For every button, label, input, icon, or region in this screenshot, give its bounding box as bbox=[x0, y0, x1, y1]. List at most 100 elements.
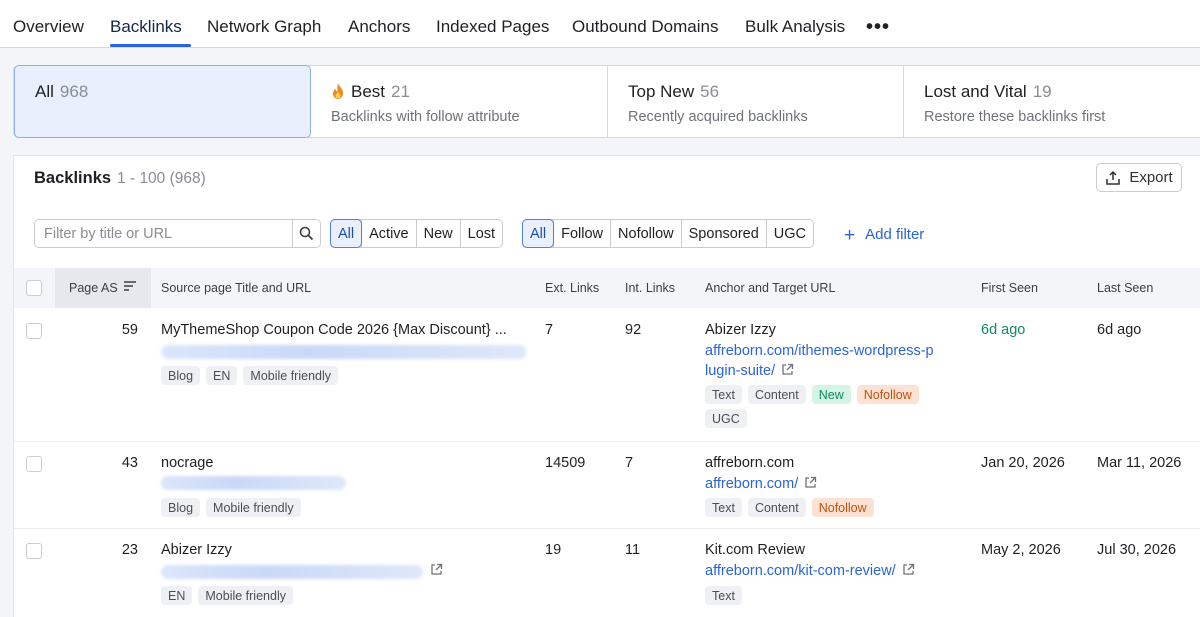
tab-anchors[interactable]: Anchors bbox=[348, 17, 410, 37]
source-url-redacted bbox=[161, 565, 423, 579]
anchor-tags: Text Content New Nofollow bbox=[705, 385, 919, 404]
column-anchor: Anchor and Target URL bbox=[705, 281, 836, 295]
column-page-as[interactable]: Page AS bbox=[55, 268, 151, 308]
top-tab-bar: Overview Backlinks Network Graph Anchors… bbox=[0, 0, 1200, 48]
ext-links-value: 19 bbox=[545, 542, 562, 558]
source-tags: Blog EN Mobile friendly bbox=[161, 366, 338, 385]
anchor-text: affreborn.com bbox=[705, 455, 795, 471]
plus-icon: + bbox=[844, 225, 856, 246]
tag: EN bbox=[206, 366, 238, 385]
backlinks-panel: Backlinks1 - 100 (968) Export All Active… bbox=[13, 155, 1200, 617]
target-url-line: affreborn.com/ithemes-wordpress-p bbox=[705, 343, 934, 359]
search-button[interactable] bbox=[292, 220, 320, 247]
tag: Text bbox=[705, 385, 742, 404]
tag: Text bbox=[705, 498, 742, 517]
result-range: 1 - 100 (968) bbox=[117, 170, 206, 187]
tab-outbound-domains[interactable]: Outbound Domains bbox=[572, 17, 718, 37]
source-url-redacted bbox=[161, 476, 346, 490]
source-tags: EN Mobile friendly bbox=[161, 586, 293, 605]
card-all[interactable]: All 968 bbox=[14, 65, 311, 138]
column-ext-links: Ext. Links bbox=[545, 281, 600, 295]
page-as-value: 23 bbox=[121, 542, 138, 558]
tab-overview[interactable]: Overview bbox=[13, 17, 84, 37]
export-button[interactable]: Export bbox=[1096, 163, 1182, 192]
source-title[interactable]: nocrage bbox=[161, 455, 213, 471]
anchor-text: Kit.com Review bbox=[705, 542, 805, 558]
row-checkbox[interactable] bbox=[26, 456, 42, 472]
card-lost-vital-subtitle: Restore these backlinks first bbox=[924, 109, 1106, 125]
target-url[interactable]: affreborn.com/ bbox=[705, 474, 817, 494]
export-icon bbox=[1106, 170, 1121, 185]
panel-title: Backlinks 1 - 100 (968) bbox=[34, 169, 206, 187]
target-url-line: lugin-suite/ bbox=[705, 363, 776, 379]
row-checkbox[interactable] bbox=[26, 543, 42, 559]
status-active[interactable]: Active bbox=[361, 220, 416, 247]
int-links-value: 92 bbox=[625, 322, 642, 338]
tag: Blog bbox=[161, 366, 201, 385]
type-all[interactable]: All bbox=[521, 219, 555, 248]
ext-links-value: 14509 bbox=[545, 455, 586, 471]
first-seen-value: 6d ago bbox=[981, 322, 1026, 338]
ext-links-value: 7 bbox=[545, 322, 554, 338]
target-url-line: affreborn.com/kit-com-review/ bbox=[705, 563, 896, 579]
type-sponsored[interactable]: Sponsored bbox=[680, 220, 766, 247]
external-link-icon[interactable] bbox=[804, 476, 817, 489]
tab-network-graph[interactable]: Network Graph bbox=[207, 17, 321, 37]
source-title[interactable]: MyThemeShop Coupon Code 2026 {Max Discou… bbox=[161, 322, 507, 338]
target-url[interactable]: affreborn.com/ithemes-wordpress-p lugin-… bbox=[705, 341, 934, 381]
table-row: 59 MyThemeShop Coupon Code 2026 {Max Dis… bbox=[14, 308, 1200, 442]
external-link-icon[interactable] bbox=[902, 563, 915, 576]
tag: EN bbox=[161, 586, 193, 605]
table-header: Page AS Source page Title and URL Ext. L… bbox=[14, 268, 1200, 308]
search-input[interactable] bbox=[35, 220, 295, 247]
tag: Mobile friendly bbox=[243, 366, 338, 385]
status-all[interactable]: All bbox=[329, 219, 363, 248]
table-row: 43 nocrage Blog Mobile friendly 14509 7 … bbox=[14, 442, 1200, 529]
anchor-tags: Text Content Nofollow bbox=[705, 498, 874, 517]
source-tags: Blog Mobile friendly bbox=[161, 498, 301, 517]
source-title[interactable]: Abizer Izzy bbox=[161, 542, 232, 558]
type-nofollow[interactable]: Nofollow bbox=[610, 220, 681, 247]
tag: Mobile friendly bbox=[198, 586, 293, 605]
fire-icon bbox=[333, 83, 343, 99]
card-lost-and-vital[interactable]: Lost and Vital 19 Restore these backlinks… bbox=[904, 66, 1200, 137]
card-best-title: Best 21 bbox=[331, 82, 410, 102]
status-lost[interactable]: Lost bbox=[459, 220, 502, 247]
row-checkbox[interactable] bbox=[26, 323, 42, 339]
anchor-text: Abizer Izzy bbox=[705, 322, 776, 338]
tag: Text bbox=[705, 586, 742, 605]
tag-nofollow: Nofollow bbox=[856, 385, 919, 404]
page-as-value: 43 bbox=[121, 455, 138, 471]
card-top-new-subtitle: Recently acquired backlinks bbox=[628, 109, 808, 125]
card-best[interactable]: Best 21 Backlinks with follow attribute bbox=[311, 66, 608, 137]
tab-indexed-pages[interactable]: Indexed Pages bbox=[436, 17, 549, 37]
int-links-value: 11 bbox=[625, 542, 641, 558]
type-follow[interactable]: Follow bbox=[553, 220, 610, 247]
tab-backlinks[interactable]: Backlinks bbox=[110, 17, 182, 37]
card-all-title: All 968 bbox=[35, 82, 89, 101]
card-top-new-title: Top New 56 bbox=[628, 82, 720, 101]
external-link-icon[interactable] bbox=[430, 563, 443, 576]
status-new[interactable]: New bbox=[415, 220, 460, 247]
anchor-tags: Text bbox=[705, 586, 742, 605]
anchor-tags: UGC bbox=[705, 409, 747, 428]
last-seen-value: 6d ago bbox=[1097, 322, 1142, 338]
active-tab-indicator bbox=[110, 44, 191, 47]
more-tabs-icon[interactable]: ••• bbox=[866, 17, 890, 37]
external-link-icon[interactable] bbox=[781, 363, 794, 376]
tag: Content bbox=[747, 498, 806, 517]
target-url[interactable]: affreborn.com/kit-com-review/ bbox=[705, 561, 915, 581]
add-filter-button[interactable]: + Add filter bbox=[844, 225, 924, 247]
tab-bulk-analysis[interactable]: Bulk Analysis bbox=[745, 17, 845, 37]
tag: Blog bbox=[161, 498, 201, 517]
card-top-new[interactable]: Top New 56 Recently acquired backlinks bbox=[608, 66, 904, 137]
first-seen-value: May 2, 2026 bbox=[981, 542, 1061, 558]
select-all-checkbox[interactable] bbox=[26, 280, 42, 296]
type-ugc[interactable]: UGC bbox=[765, 220, 813, 247]
summary-cards: All 968 Best 21 Backlinks with follow attr… bbox=[13, 65, 1200, 138]
last-seen-value: Jul 30, 2026 bbox=[1097, 542, 1177, 558]
page-as-value: 59 bbox=[121, 322, 138, 338]
tag-new: New bbox=[811, 385, 851, 404]
status-filter: All Active New Lost bbox=[329, 219, 504, 248]
card-best-subtitle: Backlinks with follow attribute bbox=[331, 109, 520, 125]
